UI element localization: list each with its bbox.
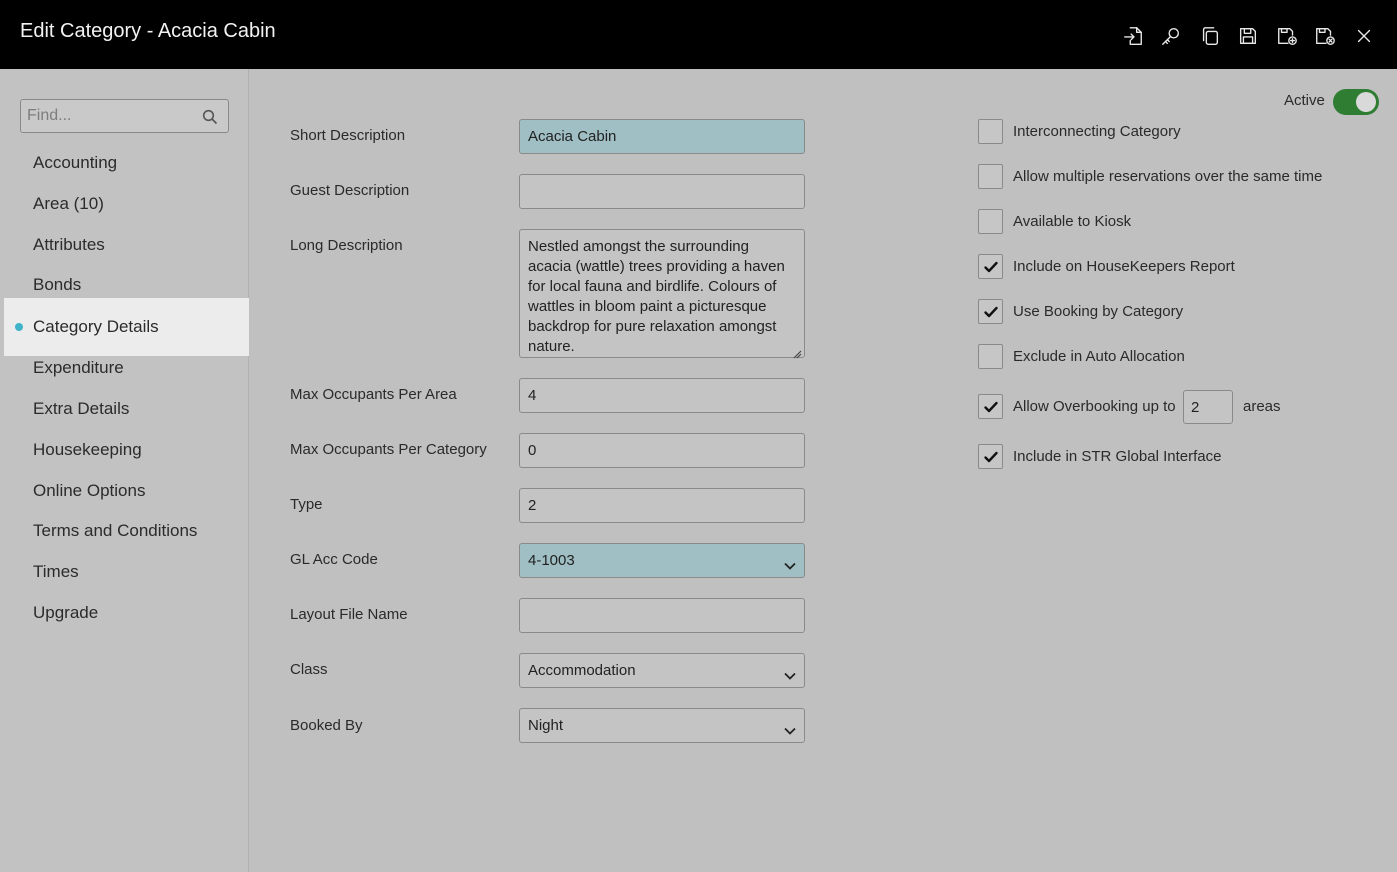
sidebar-item-area[interactable]: Area (10) xyxy=(0,184,249,225)
checkmark-icon xyxy=(983,306,998,317)
max-occupants-category-label: Max Occupants Per Category xyxy=(290,441,487,458)
gl-acc-code-label: GL Acc Code xyxy=(290,551,378,568)
max-occupants-area-input[interactable]: 4 xyxy=(519,378,805,413)
copy-button[interactable] xyxy=(1191,22,1230,50)
category-details-form: Short Description Acacia Cabin Guest Des… xyxy=(250,69,1397,872)
short-description-label: Short Description xyxy=(290,127,406,144)
copy-icon xyxy=(1202,27,1218,45)
sidebar-item-extra-details[interactable]: Extra Details xyxy=(0,389,249,430)
overbooking-checkbox[interactable] xyxy=(978,394,1003,419)
active-toggle[interactable] xyxy=(1333,89,1379,115)
find-input[interactable] xyxy=(21,100,201,132)
active-label: Active xyxy=(1284,92,1325,109)
save-and-close-button[interactable] xyxy=(1306,22,1345,50)
long-description-text: Nestled amongst the surrounding acacia (… xyxy=(528,238,785,355)
gl-acc-code-value: 4-1003 xyxy=(528,552,575,569)
max-occupants-category-input[interactable]: 0 xyxy=(519,433,805,468)
housekeepers-checkbox[interactable] xyxy=(978,254,1003,279)
class-select[interactable]: Accommodation xyxy=(519,653,805,688)
housekeepers-label: Include on HouseKeepers Report xyxy=(1013,258,1235,275)
chevron-down-icon xyxy=(784,722,796,735)
layout-file-name-label: Layout File Name xyxy=(290,606,408,623)
checkmark-icon xyxy=(983,261,998,272)
sidebar-item-online-options[interactable]: Online Options xyxy=(0,471,249,512)
class-label: Class xyxy=(290,661,328,678)
chevron-down-icon xyxy=(784,667,796,680)
class-value: Accommodation xyxy=(528,662,636,679)
allow-multiple-label: Allow multiple reservations over the sam… xyxy=(1013,168,1323,185)
sidebar-item-label: Category Details xyxy=(33,317,159,337)
booked-by-select[interactable]: Night xyxy=(519,708,805,743)
type-input[interactable]: 2 xyxy=(519,488,805,523)
active-dot-icon xyxy=(15,323,23,332)
close-button[interactable] xyxy=(1345,22,1384,50)
chevron-down-icon xyxy=(784,557,796,570)
import-button[interactable] xyxy=(1114,22,1153,50)
str-global-checkbox[interactable] xyxy=(978,444,1003,469)
save-and-new-button[interactable] xyxy=(1268,22,1307,50)
overbooking-count-input[interactable]: 2 xyxy=(1183,390,1233,424)
key-icon xyxy=(1162,27,1180,45)
sidebar-item-expenditure[interactable]: Expenditure xyxy=(0,348,249,389)
close-icon xyxy=(1357,29,1370,43)
interconnecting-label: Interconnecting Category xyxy=(1013,123,1181,140)
layout-file-name-input[interactable] xyxy=(519,598,805,633)
long-description-label: Long Description xyxy=(290,237,403,254)
resize-grip-icon[interactable] xyxy=(792,345,802,359)
save-button[interactable] xyxy=(1229,22,1268,50)
sidebar-item-times[interactable]: Times xyxy=(0,552,249,593)
kiosk-label: Available to Kiosk xyxy=(1013,213,1132,230)
sidebar-item-upgrade[interactable]: Upgrade xyxy=(0,593,249,634)
overbooking-suffix: areas xyxy=(1243,398,1281,415)
checkmark-icon xyxy=(983,401,998,412)
overbooking-label: Allow Overbooking up to xyxy=(1013,398,1176,415)
exclude-auto-checkbox[interactable] xyxy=(978,344,1003,369)
save-icon xyxy=(1240,27,1257,45)
toggle-knob xyxy=(1356,92,1376,112)
allow-multiple-checkbox[interactable] xyxy=(978,164,1003,189)
type-label: Type xyxy=(290,496,323,513)
interconnecting-checkbox[interactable] xyxy=(978,119,1003,144)
str-global-label: Include in STR Global Interface xyxy=(1013,448,1222,465)
save-and-new-icon xyxy=(1277,27,1297,45)
kiosk-checkbox[interactable] xyxy=(978,209,1003,234)
sidebar-item-terms-and-conditions[interactable]: Terms and Conditions xyxy=(0,511,249,552)
import-icon xyxy=(1123,27,1142,45)
sidebar-item-attributes[interactable]: Attributes xyxy=(0,225,249,266)
sidebar-item-accounting[interactable]: Accounting xyxy=(0,143,249,184)
save-and-close-icon xyxy=(1316,27,1336,45)
key-button[interactable] xyxy=(1152,22,1191,50)
toolbar xyxy=(1114,22,1384,50)
find-box xyxy=(20,99,229,133)
search-icon[interactable] xyxy=(202,109,218,125)
long-description-textarea[interactable]: Nestled amongst the surrounding acacia (… xyxy=(519,229,805,359)
booking-by-category-checkbox[interactable] xyxy=(978,299,1003,324)
short-description-input[interactable]: Acacia Cabin xyxy=(519,119,805,154)
exclude-auto-label: Exclude in Auto Allocation xyxy=(1013,348,1185,365)
sidebar-item-housekeeping[interactable]: Housekeeping xyxy=(0,430,249,471)
checkmark-icon xyxy=(983,451,998,462)
booking-by-category-label: Use Booking by Category xyxy=(1013,303,1184,320)
booked-by-value: Night xyxy=(528,717,564,734)
sidebar-nav: Accounting Area (10) Attributes Bonds Ca… xyxy=(0,143,249,634)
window-title: Edit Category - Acacia Cabin xyxy=(20,20,276,42)
title-bar: Edit Category - Acacia Cabin xyxy=(0,0,1397,69)
guest-description-input[interactable] xyxy=(519,174,805,209)
gl-acc-code-select[interactable]: 4-1003 xyxy=(519,543,805,578)
max-occupants-area-label: Max Occupants Per Area xyxy=(290,386,457,403)
guest-description-label: Guest Description xyxy=(290,182,410,199)
sidebar: Accounting Area (10) Attributes Bonds Ca… xyxy=(0,69,249,872)
booked-by-label: Booked By xyxy=(290,717,363,734)
